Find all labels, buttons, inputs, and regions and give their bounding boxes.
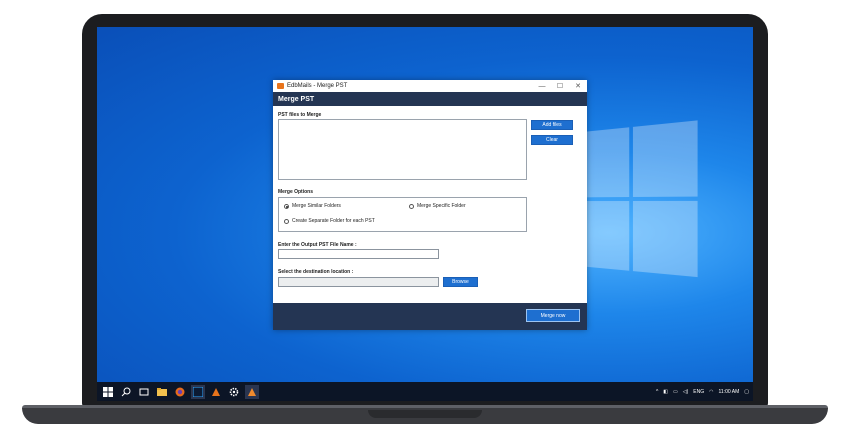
add-files-button[interactable]: Add files [531,120,573,130]
system-tray: ^ ◧ ▭ ◁) ENG ◠ 11:00 AM ▢ [651,382,749,401]
app-icon [277,83,284,89]
file-explorer-icon[interactable] [155,385,169,399]
chevron-up-icon[interactable]: ^ [656,389,658,395]
start-icon[interactable] [101,385,115,399]
output-name-input[interactable] [278,249,439,259]
merge-now-button[interactable]: Merge now [526,309,580,322]
settings-gear-icon[interactable] [227,385,241,399]
volume-icon[interactable]: ◁) [683,389,689,395]
desktop-screen: EdbMails - Merge PST — ☐ ✕ Merge PST PST… [97,27,753,401]
wifi-icon[interactable]: ◠ [709,389,713,395]
photoshop-icon[interactable] [191,384,205,399]
merge-similar-option[interactable]: Merge Similar Folders [284,203,341,209]
network-icon[interactable]: ◧ [663,389,668,395]
output-name-label: Enter the Output PST File Name : [278,242,357,248]
firefox-icon[interactable] [173,385,187,399]
radio-selected-icon [284,203,289,209]
destination-input[interactable] [278,277,439,287]
pst-files-label: PST files to Merge [278,112,322,118]
main-content: PST files to Merge Add files Clear Merge… [273,106,587,303]
separate-folder-label: Create Separate Folder for each PST [292,218,375,224]
battery-icon[interactable]: ▭ [673,389,678,395]
close-button[interactable]: ✕ [569,82,587,90]
clock[interactable]: 11:00 AM [719,389,740,395]
destination-label: Select the destination location : [278,269,354,275]
language-indicator[interactable]: ENG [693,389,704,395]
browse-button[interactable]: Browse [443,277,478,287]
laptop-notch [368,410,482,418]
windows-wallpaper-logo [576,120,698,283]
clear-button[interactable]: Clear [531,135,573,145]
merge-similar-label: Merge Similar Folders [292,203,341,209]
merge-options-label: Merge Options [278,189,314,195]
edbmails-taskbar-icon[interactable] [209,385,223,399]
taskbar: ^ ◧ ▭ ◁) ENG ◠ 11:00 AM ▢ [97,382,753,401]
notification-icon[interactable]: ▢ [744,389,749,395]
maximize-button[interactable]: ☐ [551,82,569,90]
search-icon[interactable] [119,385,133,399]
merge-pst-window: EdbMails - Merge PST — ☐ ✕ Merge PST PST… [273,80,587,330]
merge-specific-label: Merge Specific Folder [417,203,466,209]
task-view-icon[interactable] [137,385,151,399]
radio-icon [409,203,414,209]
page-title: Merge PST [278,95,315,103]
window-titlebar: EdbMails - Merge PST — ☐ ✕ [273,80,587,92]
window-title: EdbMails - Merge PST [287,83,348,89]
merge-specific-option[interactable]: Merge Specific Folder [409,203,466,209]
pst-file-list[interactable] [278,119,527,180]
minimize-button[interactable]: — [533,83,551,90]
separate-folder-option[interactable]: Create Separate Folder for each PST [284,218,375,224]
edbmails-active-icon[interactable] [245,384,259,399]
page-header: Merge PST [273,92,587,106]
radio-icon [284,218,289,224]
window-footer: Merge now [273,303,587,330]
